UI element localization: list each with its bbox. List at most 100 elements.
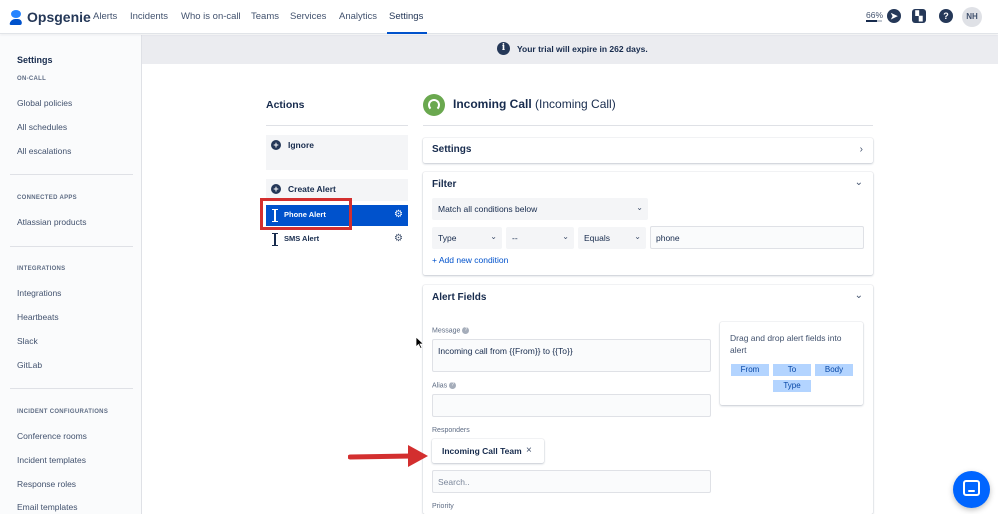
chevron-down-icon[interactable]: ⌄ — [855, 177, 863, 188]
nav-services[interactable]: Services — [290, 0, 326, 34]
condition-operator-select[interactable]: Equals ⌄ — [578, 227, 646, 249]
nav-teams[interactable]: Teams — [251, 0, 279, 34]
chat-icon — [963, 480, 980, 496]
condition-operator-value: Equals — [584, 233, 610, 243]
alias-field[interactable] — [432, 394, 711, 417]
sidebar-item-global-policies[interactable]: Global policies — [17, 98, 72, 108]
drag-fields-panel: Drag and drop alert fields into alert Fr… — [720, 322, 863, 405]
integration-type: (Incoming Call) — [535, 97, 616, 111]
create-alert-label: Create Alert — [288, 184, 336, 194]
field-chip-body[interactable]: Body — [815, 364, 853, 376]
actions-title: Actions — [266, 99, 305, 111]
match-conditions-value: Match all conditions below — [438, 204, 538, 214]
sidebar-heading-on-call: ON-CALL — [17, 76, 47, 82]
message-value: Incoming call from {{From}} to {{To}} — [438, 346, 573, 356]
sidebar-divider — [10, 388, 133, 389]
responder-search-placeholder: Search.. — [438, 477, 470, 487]
condition-field-value: Type — [438, 233, 457, 243]
sidebar-item-integrations[interactable]: Integrations — [17, 288, 61, 298]
mouse-cursor-icon — [416, 337, 424, 349]
zoom-level[interactable]: 66% — [866, 10, 883, 20]
match-conditions-select[interactable]: Match all conditions below ⌄ — [432, 198, 648, 220]
ignore-action[interactable]: + Ignore — [266, 135, 408, 170]
message-field[interactable]: Incoming call from {{From}} to {{To}} — [432, 339, 711, 372]
avatar[interactable]: NH — [962, 7, 982, 27]
responder-tag: Incoming Call Team × — [432, 439, 544, 463]
annotation-highlight-box — [260, 198, 352, 230]
add-condition-link[interactable]: + Add new condition — [432, 255, 508, 265]
info-icon: i — [497, 42, 510, 55]
incoming-call-logo-icon — [423, 94, 445, 116]
help-icon[interactable]: ? — [939, 9, 953, 23]
sidebar-item-all-schedules[interactable]: All schedules — [17, 122, 67, 132]
sidebar-item-heartbeats[interactable]: Heartbeats — [17, 312, 59, 322]
responder-name: Incoming Call Team — [442, 446, 522, 456]
help-icon[interactable]: ? — [462, 327, 470, 334]
gear-icon[interactable]: ⚙ — [394, 210, 403, 220]
nav-analytics[interactable]: Analytics — [339, 0, 377, 34]
gear-icon[interactable]: ⚙ — [394, 234, 403, 244]
sidebar-title: Settings — [17, 55, 53, 65]
sidebar-item-atlassian-products[interactable]: Atlassian products — [17, 217, 86, 227]
zoom-indicator — [866, 20, 882, 22]
sidebar-item-response-roles[interactable]: Response roles — [17, 479, 76, 489]
priority-label: Priority — [432, 503, 454, 510]
ignore-label: Ignore — [288, 140, 314, 150]
remove-responder-icon[interactable]: × — [526, 445, 532, 456]
bookmark-icon[interactable]: ▚ — [912, 9, 926, 23]
chat-button[interactable] — [953, 471, 990, 508]
chevron-down-icon: ⌄ — [634, 232, 641, 241]
alias-label: Alias ? — [432, 382, 457, 390]
condition-value-text: phone — [656, 233, 680, 243]
settings-sidebar: Settings ON-CALL Global policies All sch… — [0, 35, 142, 514]
responders-label: Responders — [432, 427, 470, 434]
nav-alerts[interactable]: Alerts — [93, 0, 117, 34]
condition-not-select[interactable]: -- ⌄ — [506, 227, 574, 249]
message-label: Message ? — [432, 327, 470, 335]
message-label-text: Message — [432, 327, 461, 335]
nav-who-is-on-call[interactable]: Who is on-call — [181, 0, 241, 34]
nav-settings[interactable]: Settings — [386, 0, 428, 34]
help-icon[interactable]: ? — [449, 382, 457, 389]
chevron-down-icon: ⌄ — [490, 232, 497, 241]
sidebar-item-gitlab[interactable]: GitLab — [17, 360, 42, 370]
divider — [423, 125, 873, 126]
sidebar-item-conference-rooms[interactable]: Conference rooms — [17, 431, 87, 441]
drag-hint-text: Drag and drop alert fields into alert — [730, 333, 842, 355]
opsgenie-logo[interactable]: Opsgenie — [9, 9, 91, 25]
chevron-down-icon[interactable]: ⌄ — [855, 290, 863, 301]
sidebar-divider — [10, 174, 133, 175]
trial-banner: i Your trial will expire in 262 days. — [142, 35, 998, 64]
compass-icon[interactable]: ➤ — [887, 9, 901, 23]
responder-search-input[interactable]: Search.. — [432, 470, 711, 493]
annotation-arrow-icon — [348, 445, 428, 467]
field-chip-to[interactable]: To — [773, 364, 811, 376]
filter-title: Filter — [432, 179, 457, 190]
rule-label: SMS Alert — [284, 234, 320, 243]
alias-label-text: Alias — [432, 382, 448, 390]
add-icon: + — [271, 184, 281, 194]
zoom-indicator-fill — [866, 20, 877, 22]
condition-field-select[interactable]: Type ⌄ — [432, 227, 502, 249]
sidebar-heading-integrations: INTEGRATIONS — [17, 266, 66, 272]
sidebar-heading-incident-configurations: INCIDENT CONFIGURATIONS — [17, 409, 109, 415]
integration-title: Incoming Call (Incoming Call) — [453, 97, 616, 111]
add-icon: + — [271, 140, 281, 150]
rule-sms-alert[interactable]: SMS Alert ⚙ — [266, 229, 408, 250]
integration-name: Incoming Call — [453, 97, 532, 111]
nav-incidents[interactable]: Incidents — [130, 0, 168, 34]
sidebar-item-email-templates[interactable]: Email templates — [17, 502, 77, 512]
trial-banner-text: Your trial will expire in 262 days. — [517, 44, 648, 54]
field-chip-type[interactable]: Type — [773, 380, 811, 392]
top-navigation: Opsgenie Alerts Incidents Who is on-call… — [0, 0, 998, 34]
condition-value-input[interactable]: phone — [650, 226, 864, 249]
sidebar-item-all-escalations[interactable]: All escalations — [17, 146, 71, 156]
field-chip-from[interactable]: From — [731, 364, 769, 376]
sidebar-item-incident-templates[interactable]: Incident templates — [17, 455, 86, 465]
alert-fields-title: Alert Fields — [432, 292, 487, 303]
settings-card[interactable]: Settings › — [423, 138, 873, 163]
chevron-right-icon[interactable]: › — [860, 144, 863, 155]
sidebar-item-slack[interactable]: Slack — [17, 336, 38, 346]
drag-handle-icon[interactable] — [272, 233, 278, 246]
divider — [266, 125, 408, 126]
